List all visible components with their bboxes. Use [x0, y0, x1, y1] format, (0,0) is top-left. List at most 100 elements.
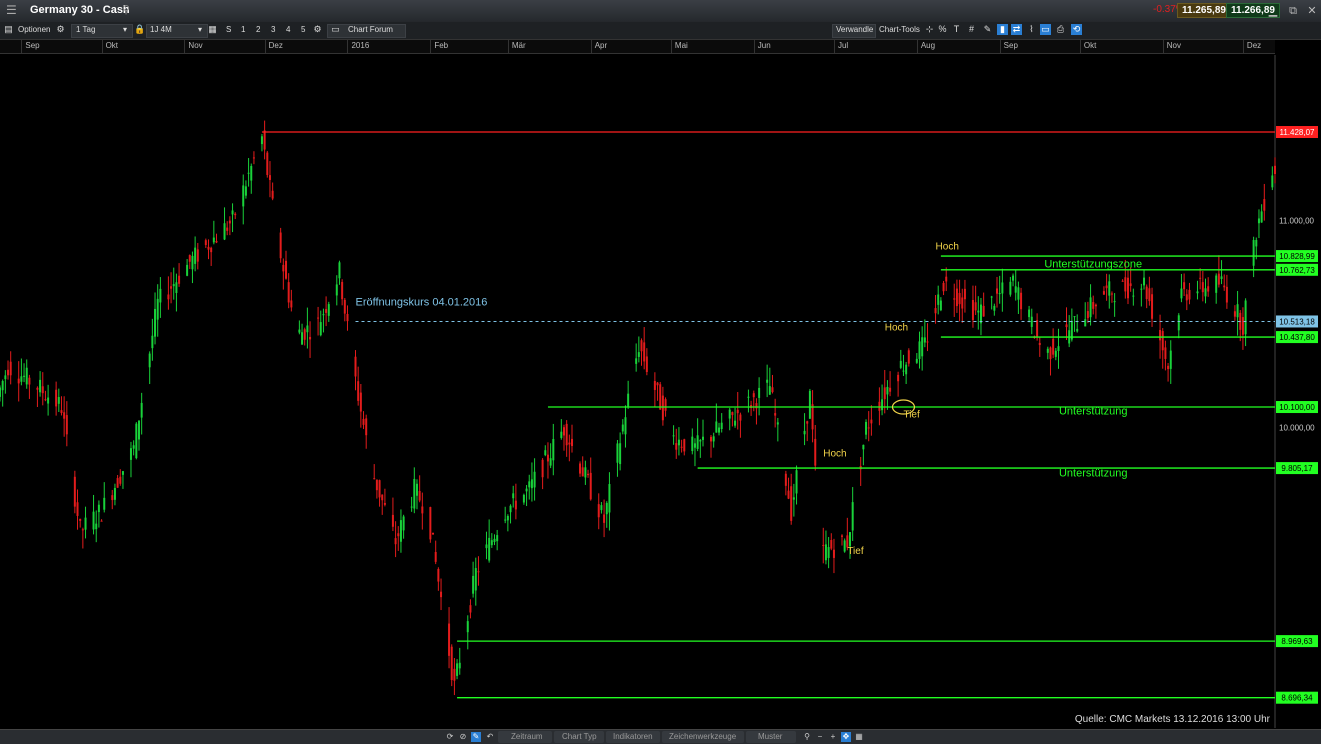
candle-body [413, 478, 416, 509]
candle [822, 527, 825, 564]
options-button[interactable]: Optionen [18, 25, 50, 34]
candle [1199, 268, 1202, 290]
candle-body [1132, 295, 1135, 297]
candle-body [1, 381, 4, 391]
undo-icon[interactable]: ↶ [485, 732, 495, 742]
zoom-in-icon[interactable]: + [828, 732, 838, 742]
zoom-out-icon[interactable]: − [815, 732, 825, 742]
month-separator [1079, 40, 1081, 53]
candle [506, 514, 509, 532]
candle-body [506, 515, 509, 521]
candle-body [808, 390, 811, 419]
price-badge-label: 11.428,07 [1280, 128, 1316, 137]
high-low-label: Tief [903, 409, 920, 420]
candle [945, 267, 948, 292]
candle [830, 533, 833, 551]
candle [327, 301, 330, 322]
close-icon[interactable]: ✕ [1305, 4, 1319, 18]
indicator-icon[interactable]: ⌇ [1026, 24, 1037, 35]
candlestick-chart[interactable]: Eröffnungskurs 04.01.2016 Hoch Hoch Hoch Tie… [0, 55, 1321, 728]
candle-body [990, 296, 993, 298]
candle-body [172, 284, 175, 287]
candle-body [675, 443, 678, 450]
refresh-icon[interactable]: ⟳ [445, 732, 455, 742]
grid-view-icon[interactable]: ▦ [854, 732, 864, 742]
gear-icon[interactable]: ⚙ [55, 24, 66, 35]
candle-body [814, 438, 817, 466]
candle [525, 485, 528, 507]
candle [448, 607, 451, 669]
candle-body [207, 246, 210, 250]
candle-body [223, 223, 226, 240]
lock-icon[interactable]: 🔒 [134, 24, 145, 35]
search-icon[interactable]: ⚲ [122, 3, 130, 16]
minimize-icon[interactable]: ▁ [1266, 4, 1280, 18]
menu-icon[interactable]: ☰ [6, 4, 18, 16]
candle [840, 534, 843, 546]
options-icon[interactable]: ▤ [3, 24, 14, 35]
period-button-2[interactable]: 2 [256, 25, 260, 34]
candle [731, 411, 734, 427]
candle-body [774, 413, 777, 416]
candle-body [178, 275, 181, 284]
print-icon[interactable]: ⎙ [1055, 24, 1066, 35]
candle-body [1092, 302, 1095, 309]
candle [415, 479, 418, 510]
percent-icon[interactable]: % [937, 24, 948, 35]
candle [472, 561, 475, 598]
period-button-1[interactable]: 1 [241, 25, 245, 34]
sell-price-button[interactable]: 11.265,89 [1177, 3, 1231, 18]
candle-body [92, 511, 95, 530]
crosshair-icon[interactable]: ⊹ [924, 24, 935, 35]
candle-body [469, 605, 472, 613]
candle [1076, 314, 1079, 333]
popout-icon[interactable]: ⧉ [1286, 4, 1300, 18]
candle-body [100, 520, 103, 522]
candle-body [191, 255, 194, 270]
candle-body [1121, 280, 1124, 282]
settings-gear-icon[interactable]: ⚙ [312, 24, 323, 35]
candle [399, 509, 402, 553]
candle-body [621, 424, 624, 432]
window-active-icon[interactable]: ▭ [1040, 24, 1051, 35]
period-button-3[interactable]: 3 [271, 25, 275, 34]
candle-body [1009, 281, 1012, 295]
candle [899, 349, 902, 370]
candle [279, 227, 282, 263]
zoom-icon[interactable]: ⚲ [802, 732, 812, 742]
fit-icon[interactable]: ✥ [841, 732, 851, 742]
price-tick-label: 10.000,00 [1279, 424, 1315, 433]
link-icon[interactable]: ⇄ [1011, 24, 1022, 35]
period-button-s[interactable]: S [226, 25, 231, 34]
candle [319, 310, 322, 337]
share-icon[interactable]: ⟲ [1071, 24, 1082, 35]
candle-body [530, 479, 533, 489]
candle [736, 392, 739, 430]
candle [661, 386, 664, 426]
period-button-5[interactable]: 5 [301, 25, 305, 34]
candle-type-icon[interactable]: ▮ [997, 24, 1008, 35]
pen-icon[interactable]: ✎ [471, 732, 481, 742]
candle [496, 529, 499, 551]
candle [1204, 278, 1207, 304]
text-tool-icon[interactable]: T [951, 24, 962, 35]
convert-label: Verwandle [836, 25, 874, 34]
reset-icon[interactable]: ⊘ [458, 732, 468, 742]
candle [341, 279, 344, 306]
candle-body [365, 418, 368, 436]
grid-icon[interactable]: # [966, 24, 977, 35]
candle [306, 307, 309, 349]
candle [1054, 347, 1057, 361]
candle-body [1236, 304, 1239, 318]
candle [718, 422, 721, 436]
candle [1148, 276, 1151, 306]
candle-body [897, 374, 900, 382]
calendar-icon[interactable]: ▦ [207, 24, 218, 35]
draw-tool-icon[interactable]: ✎ [982, 24, 993, 35]
chevron-down-icon: ▾ [123, 25, 128, 34]
candle-body [1255, 239, 1258, 247]
candle [325, 296, 328, 327]
month-label: Feb [434, 41, 449, 50]
candle-body [1196, 291, 1199, 294]
period-button-4[interactable]: 4 [286, 25, 290, 34]
